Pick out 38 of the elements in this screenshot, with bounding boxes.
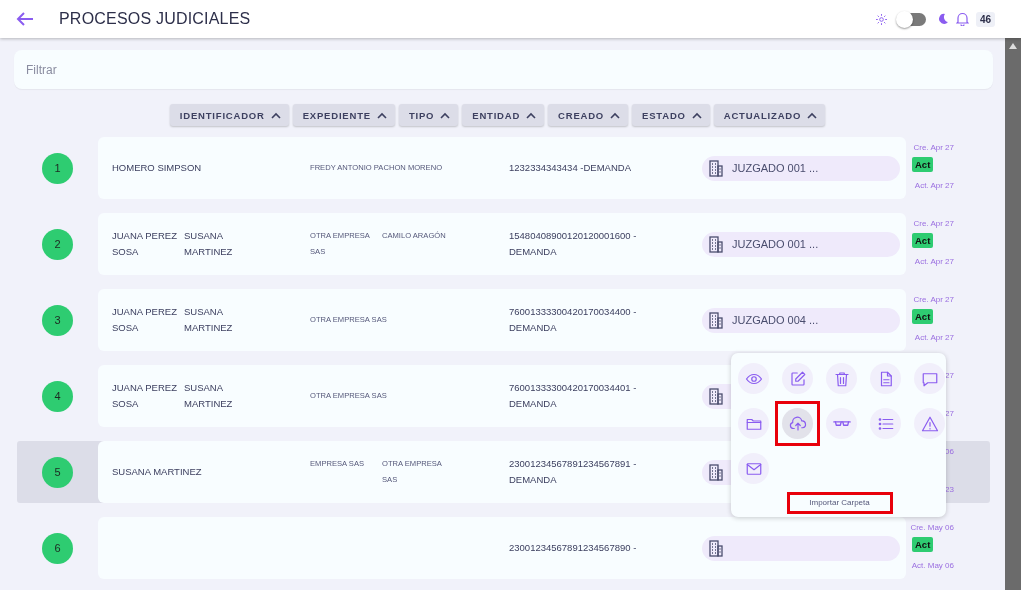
case-number: 76001333300420170034401 - DEMANDA <box>509 381 638 411</box>
action-tooltip: Importar Carpeta <box>786 492 893 514</box>
status-badge: Act <box>912 157 934 172</box>
person-name: SUSANA MARTINEZ <box>184 305 234 335</box>
status-badge: Act <box>912 233 934 248</box>
row-number: 4 <box>42 380 73 412</box>
status-badge: Act <box>912 309 934 324</box>
case-number: 76001333300420170034400 - DEMANDA <box>509 305 638 335</box>
row-number: 5 <box>42 456 73 488</box>
person-name: SUSANA MARTINEZ <box>184 229 234 259</box>
case-number: 1232334343434 -DEMANDA <box>509 161 632 175</box>
row-number: 3 <box>42 304 73 336</box>
updated-date: Act. Apr 27 <box>914 257 954 266</box>
court-name: JUZGADO 001 ... <box>732 162 819 174</box>
court-name: JUZGADO 001 ... <box>732 238 819 250</box>
person-name: JUANA PEREZ SOSA <box>112 381 178 411</box>
row-number: 6 <box>42 532 73 564</box>
created-date: Cre. May 06 <box>910 523 954 532</box>
page-title: PROCESOS JUDICIALES <box>59 10 252 28</box>
notification-count: 46 <box>975 11 995 27</box>
person-name: JUANA PEREZ SOSA <box>112 305 178 335</box>
updated-date: Act. May 06 <box>911 561 954 570</box>
status-badge: Act <box>912 537 934 552</box>
court-name: JUZGADO 004 ... <box>732 314 819 326</box>
person-name: JUANA PEREZ SOSA <box>112 229 178 259</box>
created-date: Cre. Apr 27 <box>913 219 954 228</box>
created-date: Cre. Apr 27 <box>913 295 954 304</box>
row-number: 2 <box>42 228 73 260</box>
row-number: 1 <box>42 152 73 184</box>
person-name: HOMERO SIMPSON <box>112 161 202 175</box>
case-number: 23001234567891234567891 - DEMANDA <box>509 457 638 487</box>
case-number: 23001234567891234567890 - <box>509 541 638 555</box>
updated-date: Act. Apr 27 <box>914 333 954 342</box>
created-date: Cre. Apr 27 <box>913 143 954 152</box>
updated-date: Act. Apr 27 <box>914 181 954 190</box>
case-number: 15480408900120120001600 - DEMANDA <box>509 229 638 259</box>
person-name: SUSANA MARTINEZ <box>184 381 234 411</box>
person-name: SUSANA MARTINEZ <box>112 465 202 479</box>
